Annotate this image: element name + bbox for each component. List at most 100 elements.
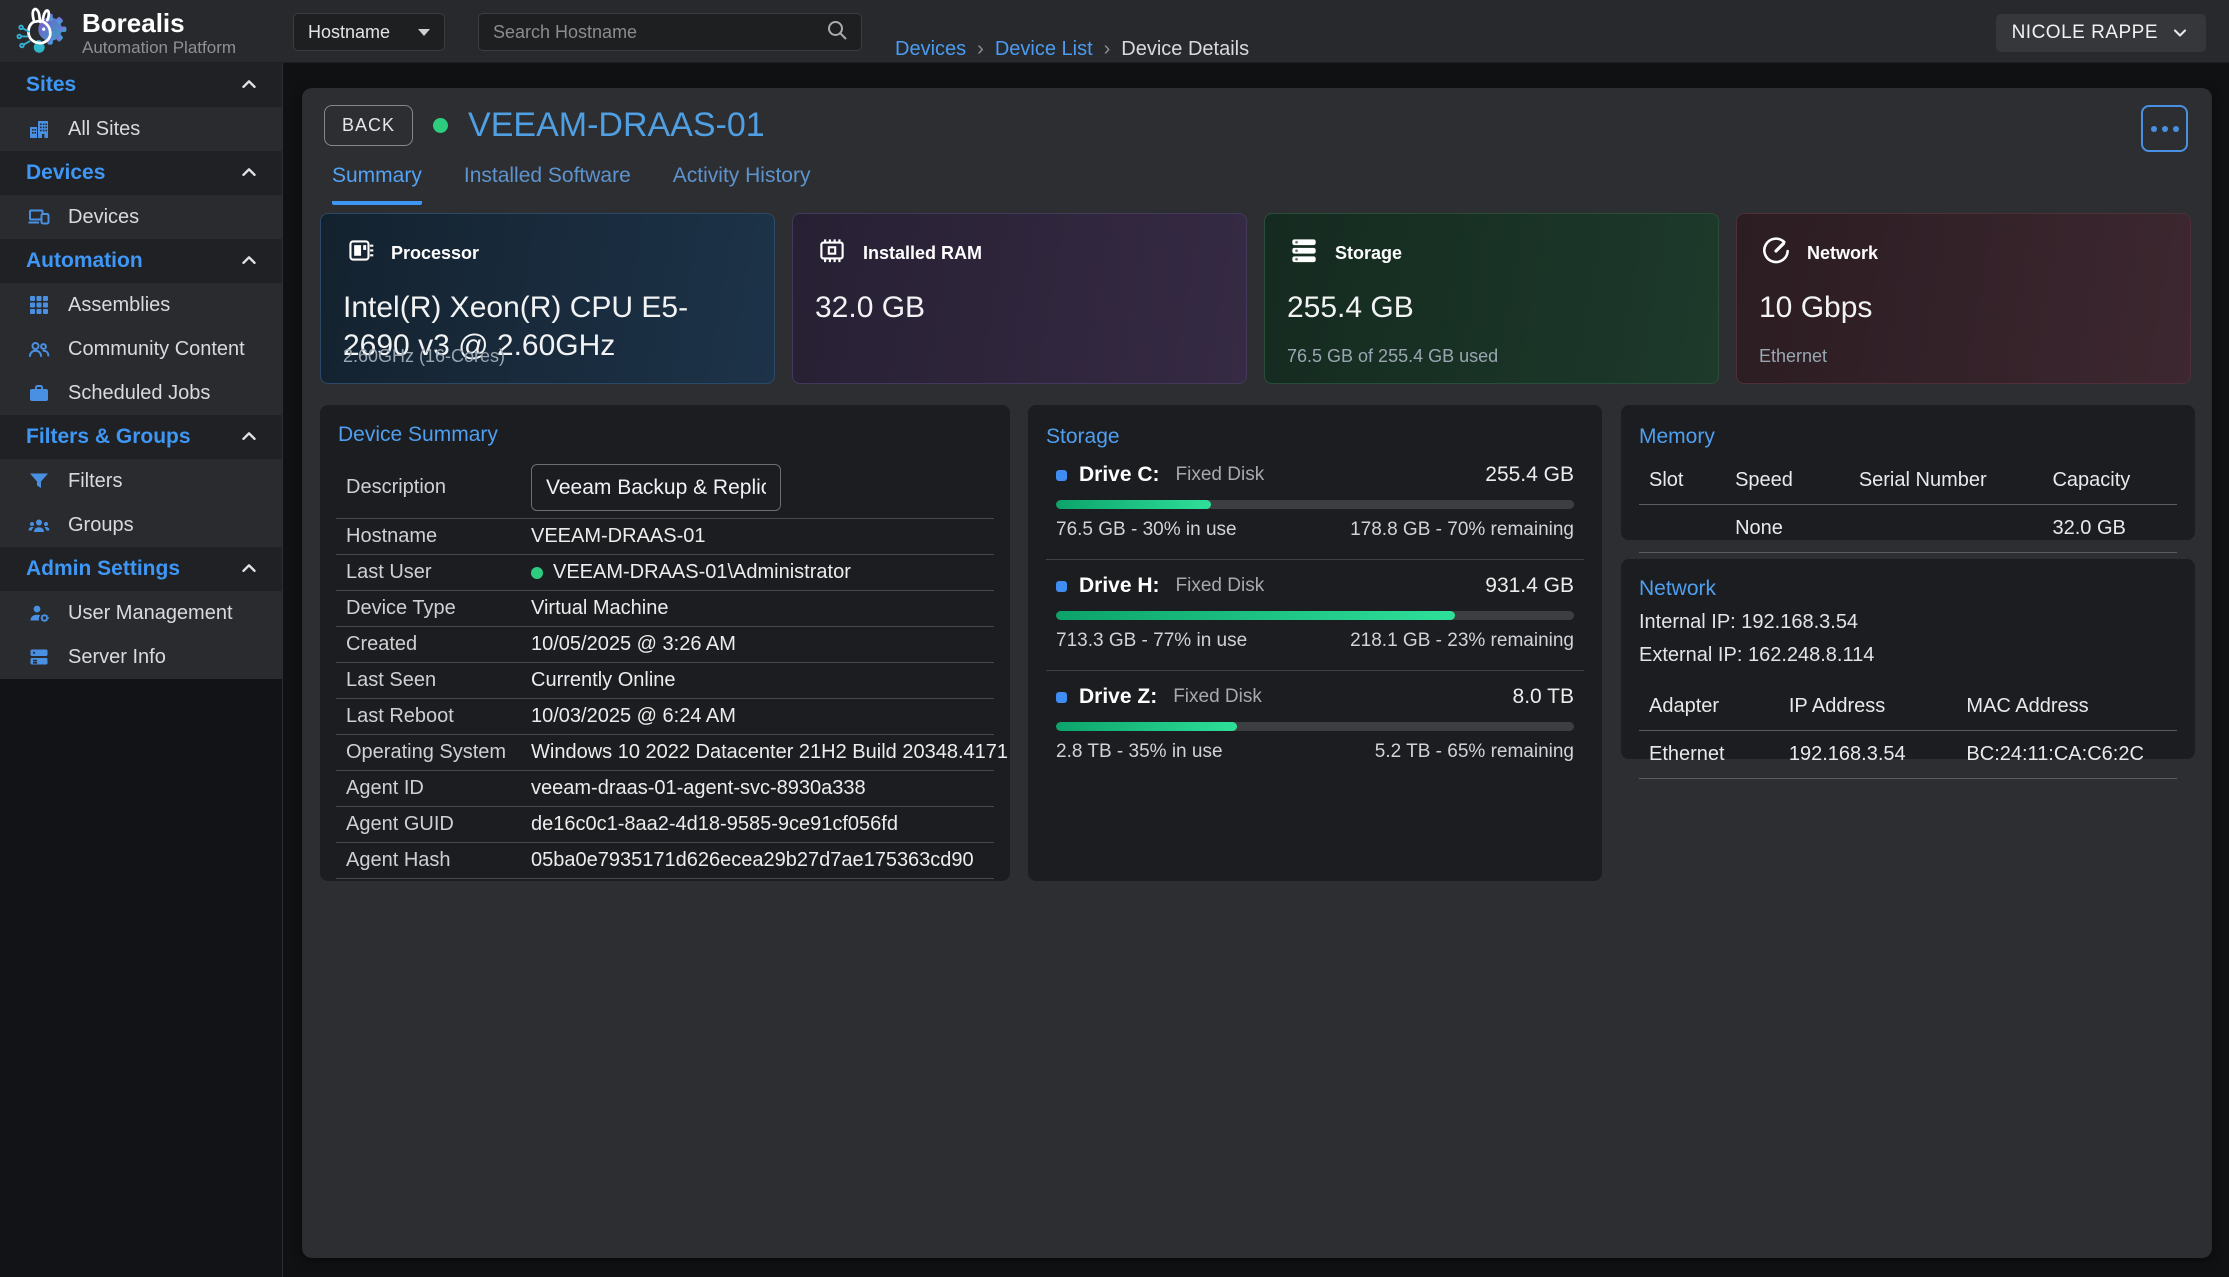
network-panel: Network Internal IP: 192.168.3.54 Extern… xyxy=(1621,559,2195,759)
row-value: Windows 10 2022 Datacenter 21H2 Build 20… xyxy=(531,741,1008,764)
sidebar-section-label: Filters & Groups xyxy=(26,425,191,449)
drive-bullet-icon xyxy=(1056,581,1067,592)
sidebar-section-sites[interactable]: Sites xyxy=(0,63,282,107)
network-panel-title: Network xyxy=(1639,577,2177,601)
row-value: VEEAM-DRAAS-01 xyxy=(531,525,706,548)
sidebar-item-server-info[interactable]: Server Info xyxy=(0,635,282,679)
summary-row-last-user: Last User VEEAM-DRAAS-01\Administrator xyxy=(336,555,994,591)
stat-card-network: Network 10 Gbps Ethernet xyxy=(1736,213,2191,384)
stat-card-value: 255.4 GB xyxy=(1287,289,1696,327)
chevron-right-icon: › xyxy=(977,38,984,61)
app-root: Borealis Automation Platform Hostname De… xyxy=(0,0,2229,1277)
device-summary-table: Description Hostname VEEAM-DRAAS-01 Last… xyxy=(320,457,1010,879)
network-cell-adapter: Ethernet xyxy=(1639,731,1779,779)
sidebar-item-label: All Sites xyxy=(68,118,140,141)
summary-row-description: Description xyxy=(336,457,994,519)
row-label: Hostname xyxy=(346,525,531,548)
breadcrumb-device-list-link[interactable]: Device List xyxy=(995,38,1093,61)
chevron-up-icon xyxy=(238,250,260,272)
user-gear-icon xyxy=(26,600,52,626)
grid-icon xyxy=(26,292,52,318)
row-label: Last Seen xyxy=(346,669,531,692)
sidebar-item-scheduled-jobs[interactable]: Scheduled Jobs xyxy=(0,371,282,415)
stat-card-label: Storage xyxy=(1335,243,1402,264)
row-label: Last Reboot xyxy=(346,705,531,728)
row-label: Agent ID xyxy=(346,777,531,800)
sidebar-section-label: Admin Settings xyxy=(26,557,180,581)
tab-activity-history[interactable]: Activity History xyxy=(673,164,811,205)
sidebar-item-user-management[interactable]: User Management xyxy=(0,591,282,635)
breadcrumb-devices-link[interactable]: Devices xyxy=(895,38,966,61)
drive-name: Drive C: xyxy=(1079,463,1160,487)
chevron-up-icon xyxy=(238,426,260,448)
sidebar-section-automation[interactable]: Automation xyxy=(0,239,282,283)
storage-panel-title: Storage xyxy=(1046,425,1584,449)
sidebar-section-admin-settings[interactable]: Admin Settings xyxy=(0,547,282,591)
device-title-row: BACK VEEAM-DRAAS-01 xyxy=(324,105,765,146)
memory-row: None 32.0 GB xyxy=(1639,505,2177,553)
sidebar-item-label: Scheduled Jobs xyxy=(68,382,210,405)
server-icon xyxy=(26,644,52,670)
drive-row-c: Drive C: Fixed Disk 255.4 GB 76.5 GB - 3… xyxy=(1046,449,1584,560)
tab-summary[interactable]: Summary xyxy=(332,164,422,205)
summary-row-last-seen: Last Seen Currently Online xyxy=(336,663,994,699)
sidebar-item-assemblies[interactable]: Assemblies xyxy=(0,283,282,327)
drive-usage-fill xyxy=(1056,611,1455,620)
drive-row-z: Drive Z: Fixed Disk 8.0 TB 2.8 TB - 35% … xyxy=(1046,671,1584,781)
sidebar-item-community-content[interactable]: Community Content xyxy=(0,327,282,371)
sidebar-item-label: Filters xyxy=(68,470,122,493)
sidebar-item-all-sites[interactable]: All Sites xyxy=(0,107,282,151)
sidebar-section-filters-groups[interactable]: Filters & Groups xyxy=(0,415,282,459)
network-col-mac: MAC Address xyxy=(1956,689,2177,731)
user-name: NICOLE RAPPE xyxy=(2012,22,2158,44)
search-input[interactable] xyxy=(479,22,825,43)
stat-card-value: 32.0 GB xyxy=(815,289,1224,327)
internal-ip-value: 192.168.3.54 xyxy=(1741,611,1858,633)
sidebar-section-label: Devices xyxy=(26,161,105,185)
network-row: Ethernet 192.168.3.54 BC:24:11:CA:C6:2C xyxy=(1639,731,2177,779)
drive-type: Fixed Disk xyxy=(1176,464,1265,486)
device-summary-title: Device Summary xyxy=(320,423,1010,447)
network-col-adapter: Adapter xyxy=(1639,689,1779,731)
memory-cell-serial xyxy=(1849,505,2043,553)
description-input[interactable] xyxy=(531,464,781,511)
network-table: Adapter IP Address MAC Address Ethernet … xyxy=(1639,689,2177,779)
back-button[interactable]: BACK xyxy=(324,105,413,146)
gauge-icon xyxy=(1759,234,1793,273)
funnel-icon xyxy=(26,468,52,494)
drive-bullet-icon xyxy=(1056,470,1067,481)
row-value: Virtual Machine xyxy=(531,597,668,620)
more-options-button[interactable] xyxy=(2141,105,2188,152)
memory-col-capacity: Capacity xyxy=(2042,463,2177,505)
search-icon[interactable] xyxy=(825,18,849,47)
drive-remaining-text: 5.2 TB - 65% remaining xyxy=(1375,741,1574,763)
brand: Borealis Automation Platform xyxy=(12,2,236,65)
drive-type: Fixed Disk xyxy=(1173,686,1262,708)
sidebar-section-devices[interactable]: Devices xyxy=(0,151,282,195)
external-ip-label: External IP: xyxy=(1639,644,1742,666)
laptop-icon xyxy=(26,204,52,230)
sidebar-item-devices[interactable]: Devices xyxy=(0,195,282,239)
row-value: 05ba0e7935171d626ecea29b27d7ae175363cd90 xyxy=(531,849,974,872)
memory-panel-title: Memory xyxy=(1639,425,2177,449)
memory-cell-slot xyxy=(1639,505,1725,553)
hostname-filter-select[interactable]: Hostname xyxy=(293,13,445,51)
tab-installed-software[interactable]: Installed Software xyxy=(464,164,631,205)
chevron-down-icon xyxy=(2170,23,2190,43)
drive-usage-bar xyxy=(1056,722,1574,731)
sidebar-item-label: Groups xyxy=(68,514,134,537)
caret-down-icon xyxy=(418,29,430,36)
summary-row-agent-id: Agent ID veeam-draas-01-agent-svc-8930a3… xyxy=(336,771,994,807)
sidebar-item-label: User Management xyxy=(68,602,233,625)
stat-card-label: Installed RAM xyxy=(863,243,982,264)
chevron-up-icon xyxy=(238,558,260,580)
sidebar-item-filters[interactable]: Filters xyxy=(0,459,282,503)
memory-col-speed: Speed xyxy=(1725,463,1849,505)
brand-subtitle: Automation Platform xyxy=(82,38,236,58)
device-details-panel: BACK VEEAM-DRAAS-01 Summary Installed So… xyxy=(302,88,2212,1258)
sidebar-item-groups[interactable]: Groups xyxy=(0,503,282,547)
groups-icon xyxy=(26,512,52,538)
user-menu-button[interactable]: NICOLE RAPPE xyxy=(1996,14,2206,52)
drive-usage-fill xyxy=(1056,722,1237,731)
internal-ip-line: Internal IP: 192.168.3.54 xyxy=(1639,611,2177,634)
